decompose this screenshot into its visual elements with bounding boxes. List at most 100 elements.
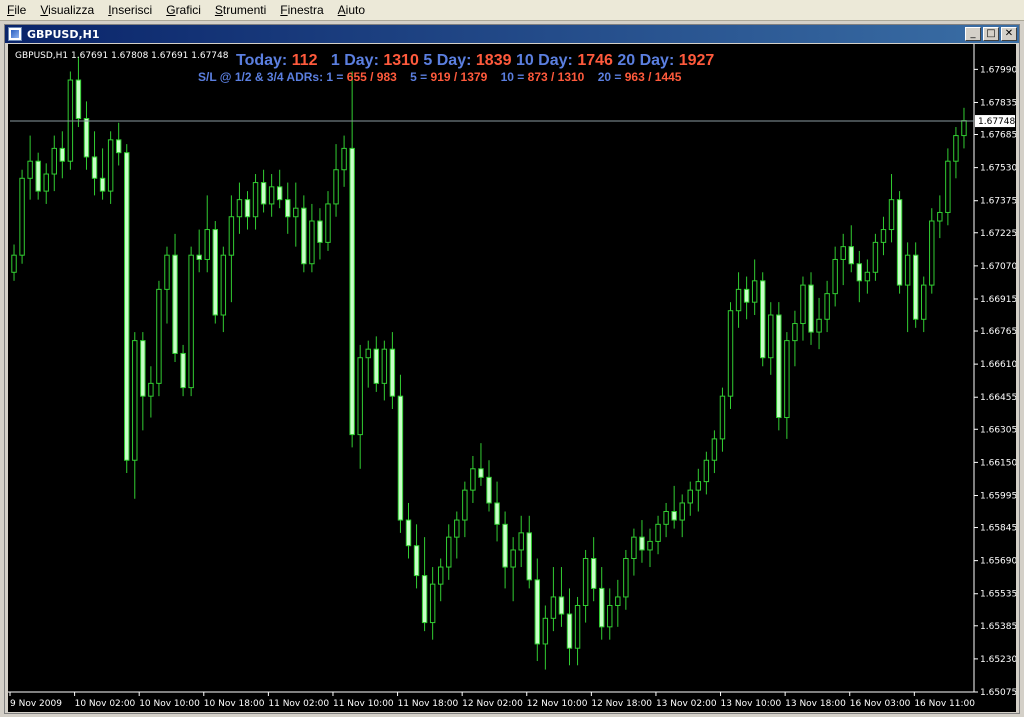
candle-body xyxy=(333,169,339,205)
candle-body xyxy=(912,254,919,320)
candle-body xyxy=(188,254,194,389)
candle xyxy=(252,174,259,230)
menu-aiuto[interactable]: Aiuto xyxy=(331,0,372,21)
candle-body xyxy=(872,241,879,273)
candle xyxy=(888,174,895,243)
time-tick-label: 13 Nov 10:00 xyxy=(721,699,782,709)
candle xyxy=(912,242,919,328)
time-tick-label: 16 Nov 03:00 xyxy=(850,699,911,709)
menu-bar: File Visualizza Inserisci Grafici Strume… xyxy=(0,0,1024,21)
candle-body xyxy=(35,160,41,192)
candle xyxy=(832,246,838,307)
candle xyxy=(703,451,710,495)
candle xyxy=(413,524,420,589)
candle xyxy=(526,515,532,589)
sl5-label: 5 = xyxy=(410,70,428,84)
candle xyxy=(719,387,726,452)
price-tick-label: 1.65535 xyxy=(980,590,1016,600)
menu-visualizza-label: isualizza xyxy=(48,2,95,17)
candle xyxy=(397,374,404,533)
candle-body xyxy=(574,604,581,649)
candle-body xyxy=(856,263,863,282)
candle xyxy=(244,191,251,230)
candle-body xyxy=(421,575,428,624)
menu-strumenti-label: trumenti xyxy=(222,2,267,17)
candle xyxy=(180,344,186,397)
maximize-button[interactable]: □ xyxy=(983,27,999,41)
sl10-label: 10 = xyxy=(500,70,525,84)
candle xyxy=(99,148,106,200)
candle xyxy=(760,272,766,367)
candle-body xyxy=(486,476,492,504)
chart-window-icon[interactable] xyxy=(8,27,22,41)
time-tick-label: 11 Nov 02:00 xyxy=(268,699,329,709)
menu-visualizza[interactable]: Visualizza xyxy=(33,0,101,21)
menu-aiuto-accel: A xyxy=(337,2,346,17)
close-button[interactable]: ✕ xyxy=(1001,27,1017,41)
menu-file-label: ile xyxy=(14,2,27,17)
candle xyxy=(502,511,508,589)
candle-body xyxy=(953,135,959,162)
candle xyxy=(663,502,669,538)
candle xyxy=(293,182,299,247)
candle-body xyxy=(349,147,355,436)
candle-body xyxy=(631,536,637,560)
candle xyxy=(679,494,685,538)
menu-inserisci-label: nserisci xyxy=(111,2,153,17)
day10-value: 1746 xyxy=(577,52,613,69)
candle-body xyxy=(413,545,420,577)
candle-body xyxy=(236,199,243,218)
chart-window-titlebar[interactable]: GBPUSD,H1 _ □ ✕ xyxy=(5,25,1019,43)
candle xyxy=(486,460,492,512)
candle-body xyxy=(518,532,524,551)
candle-body xyxy=(285,199,291,218)
candle-body xyxy=(244,199,251,218)
candle xyxy=(751,259,758,315)
candle-body xyxy=(11,254,17,273)
day20-value: 1927 xyxy=(678,52,715,69)
candle-body xyxy=(687,489,693,504)
candle xyxy=(937,195,943,239)
candle xyxy=(107,131,114,204)
candle-body xyxy=(341,147,347,171)
candle xyxy=(156,280,162,397)
time-tick-label: 11 Nov 18:00 xyxy=(398,699,459,709)
time-tick-label: 11 Nov 10:00 xyxy=(333,699,394,709)
today-value: 112 xyxy=(291,52,318,69)
candle-body xyxy=(462,489,468,521)
candle xyxy=(655,515,661,555)
today-label: Today: xyxy=(236,52,288,69)
candle xyxy=(220,246,227,333)
price-tick-label: 1.65845 xyxy=(980,524,1016,534)
candle xyxy=(848,225,854,273)
candle-body xyxy=(132,340,138,461)
candle xyxy=(260,169,267,213)
menu-finestra[interactable]: Finestra xyxy=(273,0,330,21)
menu-file[interactable]: File xyxy=(0,0,33,21)
candle xyxy=(228,195,235,303)
price-chart[interactable]: 1.67990 1.67835 1.67685 1.67530 1.67375 1.672… xyxy=(8,44,1016,712)
time-tick-label: 12 Nov 10:00 xyxy=(527,699,588,709)
candle-body xyxy=(904,254,911,286)
candle-body xyxy=(647,540,653,551)
menu-inserisci[interactable]: Inserisci xyxy=(101,0,159,21)
candle-body xyxy=(196,254,202,260)
candlestick-chart-svg[interactable]: 1.67990 1.67835 1.67685 1.67530 1.67375 1.672… xyxy=(8,44,1016,712)
price-tick-label: 1.66455 xyxy=(980,393,1016,403)
adr-stats-panel: Today: 112 1 Day: 1310 5 Day: 1839 10 Da… xyxy=(198,52,715,84)
candle-body xyxy=(945,160,951,213)
candle xyxy=(373,336,380,392)
day1-label: 1 Day: xyxy=(330,52,379,69)
candle xyxy=(929,208,935,294)
candle-body xyxy=(558,596,565,615)
candle-body xyxy=(59,147,66,162)
price-tick-label: 1.67225 xyxy=(980,229,1016,239)
candle xyxy=(83,101,90,170)
candle-body xyxy=(220,254,227,316)
menu-grafici[interactable]: Grafici xyxy=(159,0,208,21)
candle xyxy=(365,340,371,388)
menu-strumenti[interactable]: Strumenti xyxy=(208,0,273,21)
minimize-button[interactable]: _ xyxy=(965,27,981,41)
candle-body xyxy=(550,596,557,619)
candle-body xyxy=(454,519,460,538)
